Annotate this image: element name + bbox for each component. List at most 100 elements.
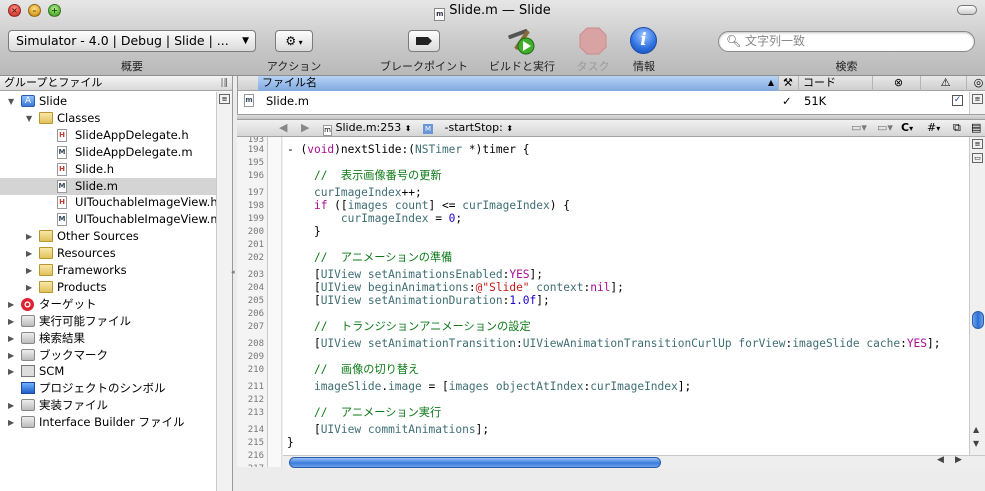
file-history-popup[interactable]: m Slide.m:253 ⬍ <box>323 120 411 137</box>
scroll-thumb[interactable] <box>972 311 984 329</box>
sidebar-item[interactable]: H Slide.h <box>0 161 216 178</box>
disclosure-collapsed-icon[interactable]: ▶ <box>8 397 14 414</box>
bookmarks-menu-icon[interactable]: ▭▾ <box>851 120 867 136</box>
column-errors[interactable]: ⊗ <box>872 76 920 91</box>
sidebar-item[interactable]: ▶ 検索結果 <box>0 330 216 347</box>
symbol-popup-value: -startStop: <box>444 121 503 134</box>
code-line: [UIView commitAnimations]; <box>287 423 490 436</box>
build-check-cell: ✓ <box>782 94 792 108</box>
sidebar-item[interactable]: ▶ Products <box>0 279 216 296</box>
scroll-thumb[interactable] <box>289 457 661 468</box>
sidebar-item[interactable]: ▶ Resources <box>0 245 216 262</box>
editor-horizontal-scrollbar[interactable]: ◀ ▶ <box>283 455 985 469</box>
column-build[interactable]: ⚒ <box>778 76 798 91</box>
disclosure-collapsed-icon[interactable]: ▶ <box>8 296 14 313</box>
disclosure-collapsed-icon[interactable]: ▶ <box>8 363 14 380</box>
build-and-run-icon[interactable] <box>504 26 540 56</box>
window-toolbar: × – + m Slide.m — Slide Simulator - 4.0 |… <box>0 0 985 76</box>
column-code[interactable]: コード <box>798 76 872 91</box>
search-input[interactable]: 🔍︎ 文字列一致 <box>718 31 975 52</box>
action-popup[interactable]: ⚙ ▾ <box>275 30 313 52</box>
hammer-icon: ⚒ <box>783 76 793 89</box>
build-and-run-label: ビルドと実行 <box>489 60 555 73</box>
disclosure-expanded-icon[interactable]: ▼ <box>26 110 32 127</box>
line-number: 210 <box>247 365 264 375</box>
file-list-scrollbar[interactable]: ≡ <box>969 92 985 114</box>
breakpoints-menu-icon[interactable]: ▭▾ <box>877 120 893 136</box>
sidebar-item[interactable]: ▶ ブックマーク <box>0 347 216 364</box>
menu-box-icon[interactable]: ≡ <box>219 94 230 104</box>
sidebar-item[interactable]: プロジェクトのシンボル <box>0 380 216 397</box>
scroll-up-arrow-icon[interactable]: ▲ <box>973 425 979 434</box>
disclosure-collapsed-icon[interactable]: ▶ <box>8 330 14 347</box>
include-menu[interactable]: #▾ <box>927 120 940 137</box>
code-line: // アニメーション実行 <box>313 406 442 419</box>
sidebar-item-label: UITouchableImageView.h <box>75 195 216 210</box>
folder-icon <box>39 247 53 260</box>
disclosure-collapsed-icon[interactable]: ▶ <box>26 245 32 262</box>
split-view-icon[interactable]: |‖ <box>220 76 228 90</box>
toolbar-toggle-button[interactable] <box>957 5 977 15</box>
column-file-name[interactable]: ファイル名 ▲ <box>258 76 778 91</box>
code-line: - (void)nextSlide:(NSTimer *)timer { <box>287 143 530 156</box>
sidebar-item[interactable]: ▶ Other Sources <box>0 228 216 245</box>
sidebar-item[interactable]: M Slide.m <box>0 177 216 195</box>
sidebar-item[interactable]: M SlideAppDelegate.m <box>0 144 216 161</box>
status-bar <box>237 469 985 491</box>
code-editor[interactable]: - (void)nextSlide:(NSTimer *)timer { // … <box>283 137 969 455</box>
counterpart-icon[interactable]: ⧉ <box>953 120 961 136</box>
code-line: if ([images count] <= curImageIndex) { <box>313 199 570 212</box>
disclosure-collapsed-icon[interactable]: ▶ <box>8 347 14 364</box>
sidebar-item[interactable]: H UITouchableImageView.h <box>0 194 216 211</box>
column-target[interactable]: ◎ <box>966 76 985 91</box>
scheme-popup[interactable]: Simulator - 4.0 | Debug | Slide | ... ▼ <box>8 30 256 52</box>
back-arrow-icon[interactable]: ◀ <box>279 120 287 136</box>
sidebar-item[interactable]: ▶ 実装ファイル <box>0 397 216 414</box>
sidebar-item[interactable]: ▶ ターゲット <box>0 296 216 313</box>
scroll-right-arrow-icon[interactable]: ▶ <box>955 455 962 465</box>
scroll-down-arrow-icon[interactable]: ▼ <box>973 439 979 448</box>
disclosure-collapsed-icon[interactable]: ▶ <box>26 262 32 279</box>
sidebar-item-label: Frameworks <box>57 263 127 277</box>
overview-label: 概要 <box>121 60 143 73</box>
sidebar-item[interactable]: ▼ Classes <box>0 110 216 127</box>
sidebar-item[interactable]: ▶ 実行可能ファイル <box>0 313 216 330</box>
menu-box-icon[interactable]: ≡ <box>972 139 983 149</box>
m-file-icon: m <box>244 94 254 107</box>
sidebar-scrollbar[interactable]: ≡ <box>216 92 232 491</box>
line-number: 198 <box>247 201 264 211</box>
sidebar-item[interactable]: ▶ SCM <box>0 363 216 380</box>
sidebar-resize-handle[interactable]: ◂ <box>231 268 235 276</box>
symbol-popup[interactable]: M -startStop: ⬍ <box>423 120 513 137</box>
sidebar-item[interactable]: H SlideAppDelegate.h <box>0 127 216 144</box>
split-icon[interactable]: ▭ <box>972 153 983 163</box>
sidebar-item[interactable]: ▶ Frameworks <box>0 262 216 279</box>
sidebar-item[interactable]: ▶ Interface Builder ファイル <box>0 414 216 431</box>
line-number: 202 <box>247 253 264 263</box>
code-line: // 画像の切り替え <box>313 363 420 376</box>
disclosure-collapsed-icon[interactable]: ▶ <box>8 313 14 330</box>
disclosure-collapsed-icon[interactable]: ▶ <box>26 228 32 245</box>
breakpoint-button[interactable] <box>408 30 440 52</box>
disclosure-collapsed-icon[interactable]: ▶ <box>26 279 32 296</box>
disclosure-collapsed-icon[interactable]: ▶ <box>8 414 14 431</box>
sidebar-item[interactable]: M UITouchableImageView.m <box>0 211 216 228</box>
code-line: imageSlide.image = [images objectAtIndex… <box>313 380 692 393</box>
scroll-left-arrow-icon[interactable]: ◀ <box>937 455 944 465</box>
class-menu[interactable]: C▾ <box>901 120 913 137</box>
menu-box-icon[interactable]: ≡ <box>972 94 983 104</box>
editor-vertical-scrollbar[interactable]: ≡ ▭ ▲ ▼ <box>969 137 985 455</box>
info-icon[interactable]: i <box>630 27 657 54</box>
file-name-cell: Slide.m <box>266 94 309 108</box>
column-warnings[interactable]: ⚠ <box>920 76 966 91</box>
target-checkbox[interactable]: ✓ <box>952 95 963 106</box>
split-editor-icon[interactable]: ▤ <box>971 120 981 136</box>
disclosure-expanded-icon[interactable]: ▼ <box>8 93 14 110</box>
code-folding-ribbon[interactable] <box>268 137 282 467</box>
sidebar-item[interactable]: ▼ A Slide <box>0 93 216 110</box>
line-number: 200 <box>247 227 264 237</box>
table-row[interactable]: m Slide.m ✓ 51K ✓ <box>238 92 985 110</box>
forward-arrow-icon[interactable]: ▶ <box>301 120 309 136</box>
sidebar-item-label: Slide <box>39 94 68 108</box>
stop-task-icon[interactable] <box>579 27 607 55</box>
